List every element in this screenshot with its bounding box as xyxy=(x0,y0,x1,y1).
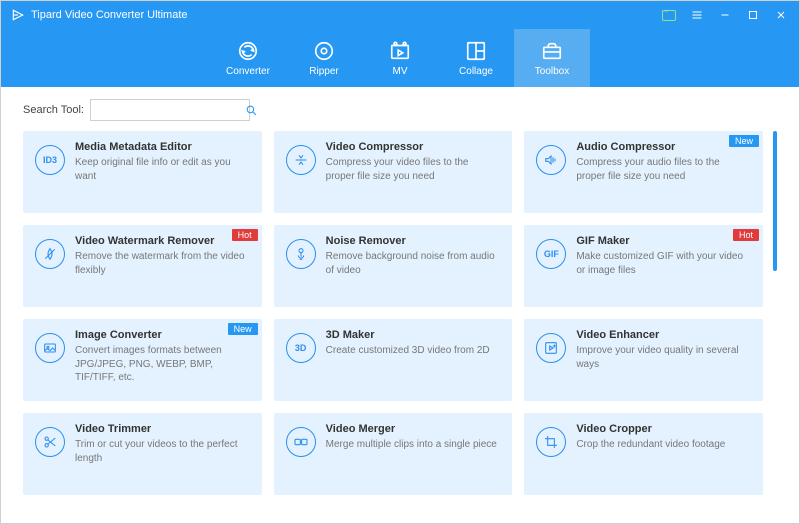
tool-title: Media Metadata Editor xyxy=(75,141,248,153)
crop-icon xyxy=(536,427,566,457)
tool-card[interactable]: Audio Compressor Compress your audio file… xyxy=(524,131,763,213)
new-badge: New xyxy=(729,135,759,147)
search-input[interactable] xyxy=(91,100,245,120)
tools-grid: ID3 Media Metadata Editor Keep original fi… xyxy=(23,131,763,509)
tool-card[interactable]: Video Cropper Crop the redundant video fo… xyxy=(524,413,763,495)
tool-card[interactable]: ID3 Media Metadata Editor Keep original fi… xyxy=(23,131,262,213)
GIF-icon: GIF xyxy=(536,239,566,269)
tool-title: Image Converter xyxy=(75,329,248,341)
tool-desc: Trim or cut your videos to the perfect l… xyxy=(75,438,248,465)
content-area: Search Tool: ID3 Media Metadata Editor Kee… xyxy=(1,87,799,523)
main-toolbar: Converter Ripper MV Collage Toolbox xyxy=(1,29,799,87)
tool-card-body: Noise Remover Remove background noise fro… xyxy=(326,235,499,297)
app-title: Tipard Video Converter Ultimate xyxy=(31,9,188,21)
tool-card[interactable]: GIF GIF Maker Make customized GIF with you… xyxy=(524,225,763,307)
hot-badge: Hot xyxy=(733,229,759,241)
tool-title: 3D Maker xyxy=(326,329,499,341)
tool-card[interactable]: Video Trimmer Trim or cut your videos to … xyxy=(23,413,262,495)
close-button[interactable] xyxy=(767,1,795,29)
maximize-button[interactable] xyxy=(739,1,767,29)
tool-card[interactable]: 3D 3D Maker Create customized 3D video fro… xyxy=(274,319,513,401)
tool-title: Video Cropper xyxy=(576,423,749,435)
search-button[interactable] xyxy=(245,100,258,120)
tool-desc: Compress your video files to the proper … xyxy=(326,156,499,183)
tool-card[interactable]: Video Enhancer Improve your video quality… xyxy=(524,319,763,401)
tool-card-body: Video Merger Merge multiple clips into a … xyxy=(326,423,499,485)
app-window: Tipard Video Converter Ultimate Converte… xyxy=(0,0,800,524)
tool-card[interactable]: Noise Remover Remove background noise fro… xyxy=(274,225,513,307)
tab-toolbox[interactable]: Toolbox xyxy=(514,29,590,87)
search-box xyxy=(90,99,250,121)
tool-desc: Compress your audio files to the proper … xyxy=(576,156,749,183)
tool-card-body: Image Converter Convert images formats be… xyxy=(75,329,248,391)
tool-desc: Remove background noise from audio of vi… xyxy=(326,250,499,277)
tool-card-body: Video Compressor Compress your video file… xyxy=(326,141,499,203)
search-label: Search Tool: xyxy=(23,104,84,116)
tool-desc: Convert images formats between JPG/JPEG,… xyxy=(75,344,248,385)
tool-title: Video Watermark Remover xyxy=(75,235,248,247)
app-logo-icon xyxy=(11,8,25,22)
tool-card-body: Video Trimmer Trim or cut your videos to … xyxy=(75,423,248,485)
tool-card-body: GIF Maker Make customized GIF with your v… xyxy=(576,235,749,297)
tool-title: Noise Remover xyxy=(326,235,499,247)
tool-card-body: Video Watermark Remover Remove the waterm… xyxy=(75,235,248,297)
tool-desc: Crop the redundant video footage xyxy=(576,438,749,452)
tool-card[interactable]: Video Watermark Remover Remove the waterm… xyxy=(23,225,262,307)
tab-label: Converter xyxy=(226,66,270,77)
new-badge: New xyxy=(228,323,258,335)
merge-icon xyxy=(286,427,316,457)
tab-converter[interactable]: Converter xyxy=(210,29,286,87)
minimize-button[interactable] xyxy=(711,1,739,29)
tab-label: Collage xyxy=(459,66,493,77)
hot-badge: Hot xyxy=(232,229,258,241)
tab-label: Ripper xyxy=(309,66,338,77)
feedback-button[interactable] xyxy=(655,1,683,29)
tool-desc: Make customized GIF with your video or i… xyxy=(576,250,749,277)
scissors-icon xyxy=(35,427,65,457)
tool-title: Audio Compressor xyxy=(576,141,749,153)
tab-label: Toolbox xyxy=(535,66,569,77)
menu-button[interactable] xyxy=(683,1,711,29)
noise-icon xyxy=(286,239,316,269)
ID3-icon: ID3 xyxy=(35,145,65,175)
tool-desc: Create customized 3D video from 2D xyxy=(326,344,499,358)
3D-icon: 3D xyxy=(286,333,316,363)
tool-card-body: 3D Maker Create customized 3D video from … xyxy=(326,329,499,391)
tool-card-body: Video Enhancer Improve your video quality… xyxy=(576,329,749,391)
tool-title: Video Merger xyxy=(326,423,499,435)
tool-title: Video Trimmer xyxy=(75,423,248,435)
tool-title: GIF Maker xyxy=(576,235,749,247)
tool-card[interactable]: Video Compressor Compress your video file… xyxy=(274,131,513,213)
tab-collage[interactable]: Collage xyxy=(438,29,514,87)
tool-desc: Improve your video quality in several wa… xyxy=(576,344,749,371)
image-convert-icon xyxy=(35,333,65,363)
tool-card-body: Media Metadata Editor Keep original file … xyxy=(75,141,248,203)
tool-desc: Remove the watermark from the video flex… xyxy=(75,250,248,277)
tool-title: Video Enhancer xyxy=(576,329,749,341)
tool-card[interactable]: Image Converter Convert images formats be… xyxy=(23,319,262,401)
tool-title: Video Compressor xyxy=(326,141,499,153)
tool-card-body: Audio Compressor Compress your audio file… xyxy=(576,141,749,203)
no-watermark-icon xyxy=(35,239,65,269)
scrollbar-thumb[interactable] xyxy=(773,131,777,271)
tool-desc: Keep original file info or edit as you w… xyxy=(75,156,248,183)
scrollbar[interactable] xyxy=(773,131,777,509)
tool-card[interactable]: Video Merger Merge multiple clips into a … xyxy=(274,413,513,495)
tab-ripper[interactable]: Ripper xyxy=(286,29,362,87)
audio-compress-icon xyxy=(536,145,566,175)
search-row: Search Tool: xyxy=(23,99,777,121)
titlebar: Tipard Video Converter Ultimate xyxy=(1,1,799,29)
compress-icon xyxy=(286,145,316,175)
tool-desc: Merge multiple clips into a single piece xyxy=(326,438,499,452)
tab-label: MV xyxy=(393,66,408,77)
tool-card-body: Video Cropper Crop the redundant video fo… xyxy=(576,423,749,485)
enhance-icon xyxy=(536,333,566,363)
tab-mv[interactable]: MV xyxy=(362,29,438,87)
